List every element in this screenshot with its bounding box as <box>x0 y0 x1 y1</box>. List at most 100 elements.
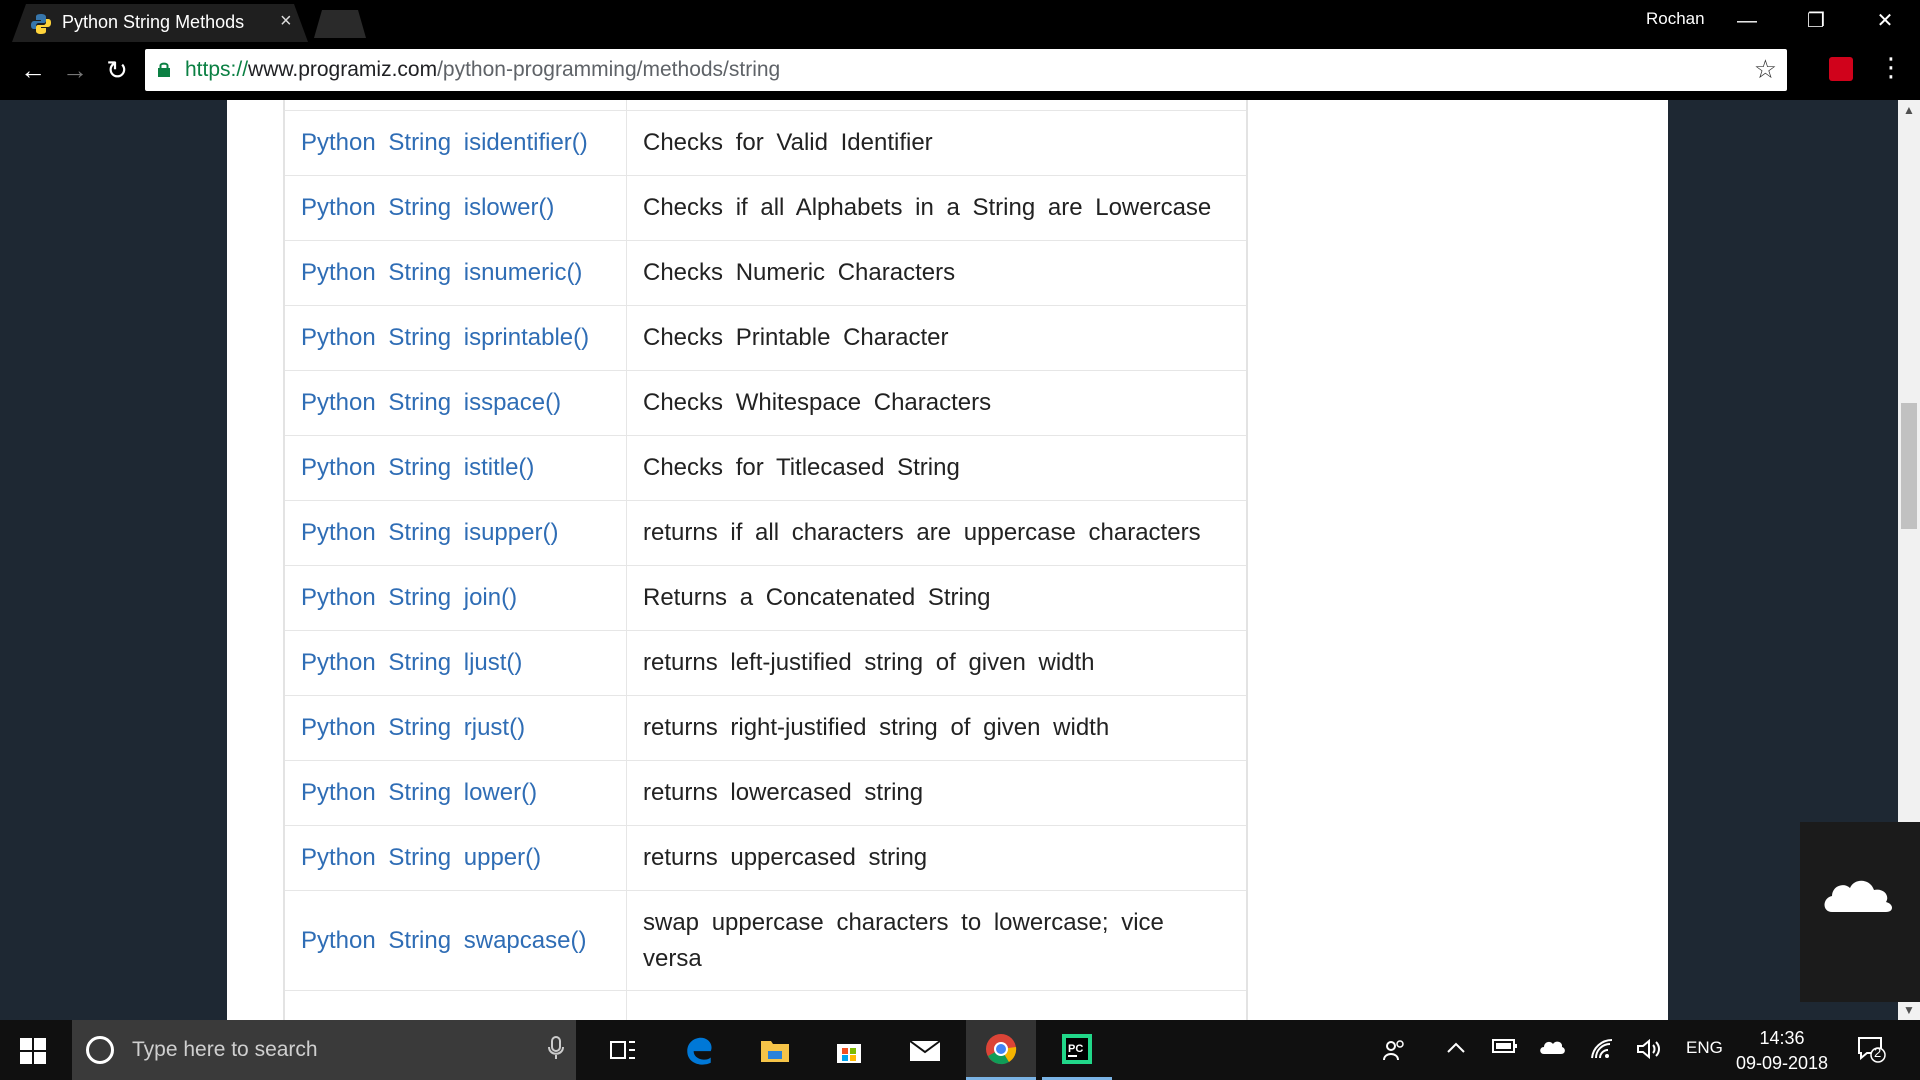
method-cell: Python String lower() <box>285 761 627 825</box>
mail-icon[interactable] <box>890 1020 960 1080</box>
scroll-thumb[interactable] <box>1901 403 1917 529</box>
lock-icon <box>158 62 170 77</box>
url-host: www.programiz.com <box>248 58 438 81</box>
description-cell: Checks Numeric Characters <box>643 259 956 286</box>
cloud-icon <box>1824 880 1892 912</box>
description-cell: returns left-justified string of given w… <box>643 649 1095 676</box>
table-row: Python String join() Returns a Concatena… <box>285 566 1246 631</box>
close-window-icon[interactable]: ✕ <box>1860 4 1910 38</box>
windows-start-icon[interactable] <box>20 1038 46 1064</box>
profile-name[interactable]: Rochan <box>1646 9 1705 29</box>
pocket-extension-icon[interactable] <box>1829 57 1853 81</box>
store-icon[interactable] <box>814 1020 884 1080</box>
search-placeholder: Type here to search <box>132 1038 318 1061</box>
table-row: Python String islower() Checks if all Al… <box>285 176 1246 241</box>
method-link[interactable]: Python String swapcase() <box>301 927 586 955</box>
taskbar-clock[interactable]: 14:36 09-09-2018 <box>1734 1026 1830 1076</box>
description-cell: Checks Printable Character <box>643 324 949 351</box>
people-icon[interactable] <box>1382 1038 1406 1062</box>
browser-toolbar: ← → ↻ https://www.programiz.com/python-p… <box>0 42 1920 100</box>
url-path: /python-programming/methods/string <box>437 58 781 81</box>
table-row-partial <box>285 991 1246 1020</box>
method-link[interactable]: Python String isprintable() <box>301 324 589 352</box>
method-cell <box>285 991 627 1020</box>
method-cell: Python String istitle() <box>285 436 627 500</box>
chrome-icon[interactable] <box>966 1020 1036 1080</box>
method-cell: Python String isupper() <box>285 501 627 565</box>
table-row: Python String isprintable() Checks Print… <box>285 306 1246 371</box>
method-link[interactable]: Python String lower() <box>301 779 537 807</box>
scroll-up-arrow-icon[interactable]: ▲ <box>1898 100 1920 120</box>
method-link[interactable]: Python String upper() <box>301 844 541 872</box>
pycharm-icon[interactable]: PC <box>1042 1020 1112 1080</box>
method-link[interactable]: Python String isspace() <box>301 389 561 417</box>
method-link[interactable]: Python String rjust() <box>301 714 525 742</box>
method-cell: Python String isnumeric() <box>285 241 627 305</box>
method-cell: Python String islower() <box>285 176 627 240</box>
windows-taskbar: Type here to search PC ENG 14:36 09-09-2… <box>0 1020 1920 1080</box>
table-row: Python String ljust() returns left-justi… <box>285 631 1246 696</box>
reload-icon[interactable]: ↻ <box>99 52 135 88</box>
method-link[interactable]: Python String ljust() <box>301 649 522 677</box>
address-bar[interactable]: https://www.programiz.com/python-program… <box>145 49 1787 91</box>
restore-icon[interactable]: ❐ <box>1791 4 1841 38</box>
notification-count: 2 <box>1874 1045 1882 1060</box>
back-arrow-icon[interactable]: ← <box>15 52 51 88</box>
method-link[interactable]: Python String join() <box>301 584 517 612</box>
table-row: Python String swapcase() swap uppercase … <box>285 891 1246 991</box>
volume-icon[interactable] <box>1636 1038 1662 1060</box>
forward-arrow-icon[interactable]: → <box>57 52 93 88</box>
python-logo-icon <box>31 14 51 34</box>
description-cell: Checks for Titlecased String <box>643 454 960 481</box>
description-cell: returns lowercased string <box>643 779 924 806</box>
url-text: https://www.programiz.com/python-program… <box>185 58 780 82</box>
page-content: Python String isidentifier() Checks for … <box>227 100 1668 1020</box>
description-cell: returns uppercased string <box>643 844 928 871</box>
onedrive-cloud-icon[interactable] <box>1538 1038 1566 1056</box>
method-cell: Python String upper() <box>285 826 627 890</box>
file-explorer-icon[interactable] <box>740 1020 810 1080</box>
wifi-icon[interactable] <box>1590 1038 1614 1060</box>
table-row: Python String isspace() Checks Whitespac… <box>285 371 1246 436</box>
table-row: Python String lower() returns lowercased… <box>285 761 1246 826</box>
method-cell: Python String isspace() <box>285 371 627 435</box>
tab-title: Python String Methods <box>62 12 245 32</box>
url-scheme: https:// <box>185 58 249 81</box>
method-link[interactable]: Python String islower() <box>301 194 554 222</box>
svg-text:PC: PC <box>1068 1043 1083 1055</box>
method-cell: Python String ljust() <box>285 631 627 695</box>
input-language[interactable]: ENG <box>1686 1038 1723 1058</box>
description-cell: Checks Whitespace Characters <box>643 389 992 416</box>
method-link[interactable]: Python String isidentifier() <box>301 129 588 157</box>
page-viewport: Python String isidentifier() Checks for … <box>0 100 1898 1020</box>
table-row: Python String isnumeric() Checks Numeric… <box>285 241 1246 306</box>
browser-titlebar: Python String Methods × Rochan — ❐ ✕ <box>0 0 1920 42</box>
browser-tab-active[interactable]: Python String Methods × <box>12 4 308 42</box>
show-hidden-icons-chevron-icon[interactable] <box>1446 1038 1466 1058</box>
description-cell: returns if all characters are uppercase … <box>643 519 1201 546</box>
description-cell: Returns a Concatenated String <box>643 584 991 611</box>
bookmark-star-icon[interactable]: ☆ <box>1754 54 1777 85</box>
table-row: Python String rjust() returns right-just… <box>285 696 1246 761</box>
method-cell: Python String join() <box>285 566 627 630</box>
microphone-icon[interactable] <box>548 1036 564 1060</box>
method-cell: Python String swapcase() <box>285 891 627 990</box>
description-cell: Checks for Valid Identifier <box>643 129 933 156</box>
table-row: Python String isupper() returns if all c… <box>285 501 1246 566</box>
task-view-icon[interactable] <box>588 1020 658 1080</box>
method-link[interactable]: Python String isnumeric() <box>301 259 582 287</box>
battery-icon[interactable] <box>1492 1038 1518 1054</box>
action-center-icon[interactable]: 2 <box>1856 1034 1886 1064</box>
onedrive-toast[interactable] <box>1800 822 1920 1002</box>
scroll-down-arrow-icon[interactable]: ▼ <box>1898 1000 1920 1020</box>
method-link[interactable]: Python String istitle() <box>301 454 534 482</box>
method-link[interactable]: Python String isupper() <box>301 519 558 547</box>
taskbar-search-box[interactable]: Type here to search <box>72 1020 576 1080</box>
description-cell: Checks if all Alphabets in a String are … <box>643 194 1212 221</box>
edge-browser-icon[interactable] <box>664 1020 734 1080</box>
minimize-icon[interactable]: — <box>1722 4 1772 38</box>
new-tab-button[interactable] <box>314 10 366 38</box>
tab-close-icon[interactable]: × <box>280 10 292 33</box>
description-cell: swap uppercase characters to lowercase; … <box>643 908 1164 972</box>
chrome-menu-icon[interactable]: ⋮ <box>1878 52 1904 86</box>
